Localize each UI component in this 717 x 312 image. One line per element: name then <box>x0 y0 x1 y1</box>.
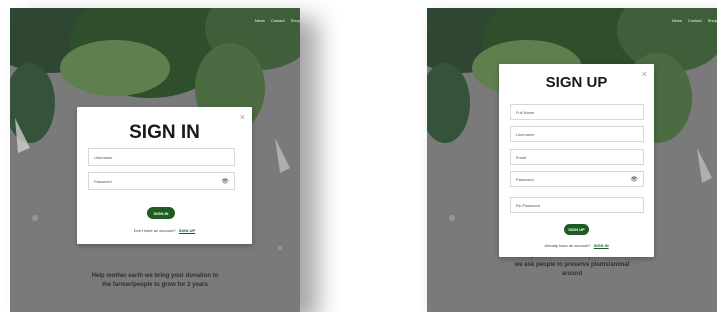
password-placeholder: Password <box>94 178 112 184</box>
signup-link[interactable]: SIGN UP <box>179 228 195 233</box>
repassword-placeholder: Re-Password <box>516 202 541 208</box>
username-placeholder: Username <box>516 131 535 137</box>
signin-button[interactable]: SIGN IN <box>147 207 175 219</box>
signin-screenshot: News Contact Shop × SIGN IN Username Pas… <box>10 8 300 312</box>
username-placeholder: Username <box>94 154 113 160</box>
email-placeholder: Email <box>516 154 527 160</box>
signin-title: SIGN IN <box>129 122 200 143</box>
nav-item-shop[interactable]: Shop <box>291 18 300 23</box>
signup-title: SIGN UP <box>545 74 608 91</box>
password-placeholder: Password <box>516 176 534 182</box>
signin-modal: × SIGN IN Username Password 👁 SIGN IN Do… <box>77 107 252 244</box>
nav-item-shop[interactable]: Shop <box>708 18 717 23</box>
top-nav: News Contact Shop <box>672 18 717 23</box>
top-nav: News Contact Shop <box>255 18 300 23</box>
signup-button[interactable]: SIGN UP <box>564 224 589 235</box>
nav-item-news[interactable]: News <box>672 18 682 23</box>
signin-button-label: SIGN IN <box>153 210 169 216</box>
email-input[interactable]: Email <box>510 149 644 165</box>
username-input[interactable]: Username <box>510 126 644 142</box>
signin-caption: Help mother earth we bring your donation… <box>70 272 240 290</box>
nav-item-contact[interactable]: Contact <box>688 18 702 23</box>
close-icon[interactable]: × <box>642 70 647 79</box>
signup-footer-text: Already have an account? <box>544 243 591 248</box>
fullname-input[interactable]: Full Name <box>510 104 644 120</box>
signin-caption-line-2: the farmer/people to grow for 2 years <box>102 282 208 288</box>
fullname-placeholder: Full Name <box>516 109 535 115</box>
signup-caption-line-3: around <box>561 271 583 277</box>
repassword-input[interactable]: Re-Password <box>510 197 644 213</box>
signin-link[interactable]: SIGN IN <box>594 243 609 248</box>
signup-footer: Already have an account? SIGN IN <box>499 243 654 248</box>
signin-footer-text: Don't have an account? <box>133 228 176 233</box>
signup-screenshot: News Contact Shop We use your donation t… <box>427 8 717 312</box>
signin-footer: Don't have an account? SIGN UP <box>77 228 252 233</box>
nav-item-contact[interactable]: Contact <box>271 18 285 23</box>
eye-icon[interactable]: 👁 <box>630 176 638 183</box>
signup-caption-line-2: we ask people to preserve plants/animal <box>514 262 630 268</box>
signup-button-label: SIGN UP <box>568 227 585 232</box>
eye-icon[interactable]: 👁 <box>221 178 229 185</box>
password-input[interactable]: Password 👁 <box>510 171 644 187</box>
nav-item-news[interactable]: News <box>255 18 265 23</box>
close-icon[interactable]: × <box>240 113 245 122</box>
password-input[interactable]: Password 👁 <box>88 172 235 190</box>
username-input[interactable]: Username <box>88 148 235 166</box>
signin-caption-line-1: Help mother earth we bring your donation… <box>91 273 219 279</box>
signup-modal: × SIGN UP Full Name Username Email Passw… <box>499 64 654 257</box>
